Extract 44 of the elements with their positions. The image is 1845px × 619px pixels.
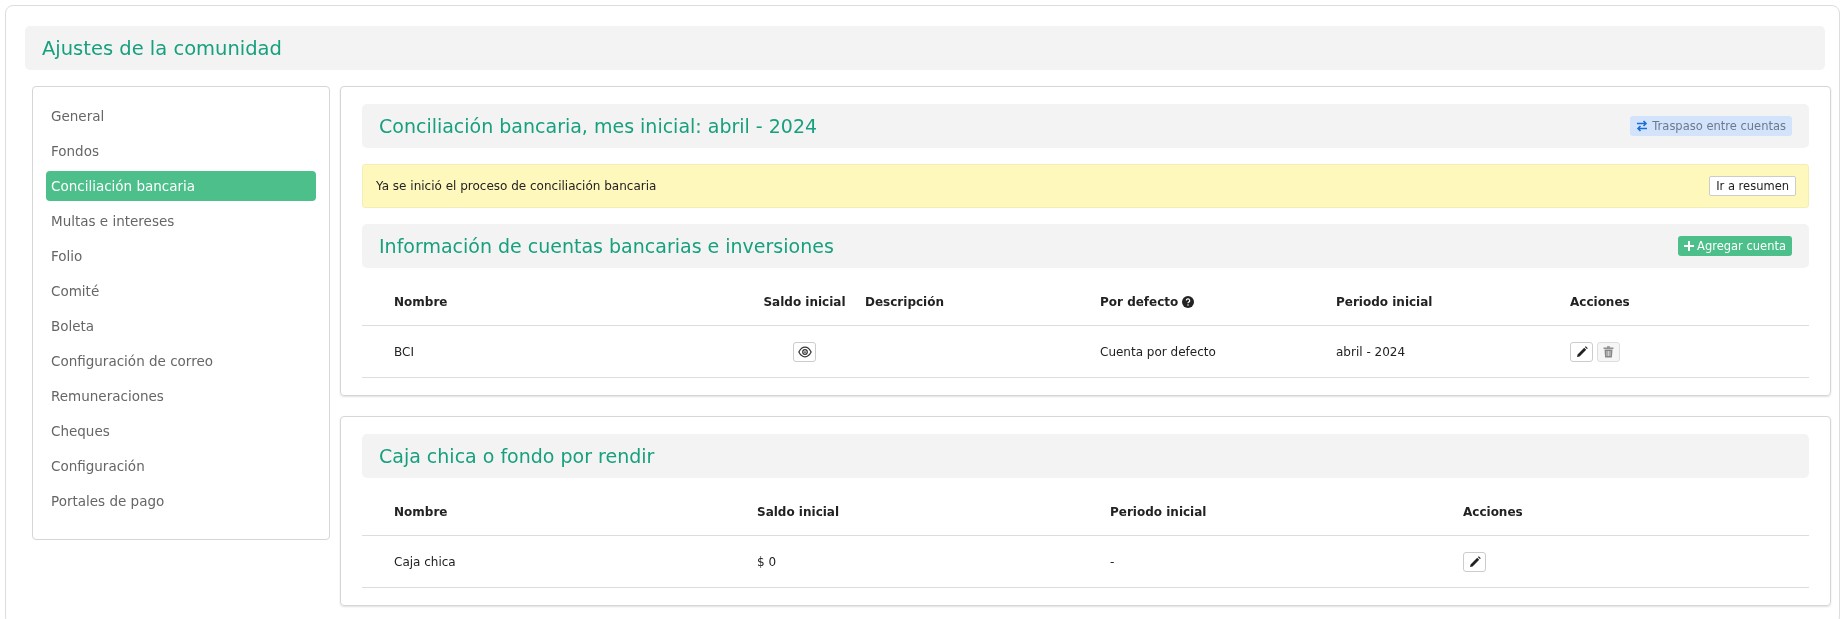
- table-cell: -: [1110, 554, 1115, 569]
- pencil-icon: [1575, 345, 1588, 358]
- sidebar-item[interactable]: Folio: [46, 241, 316, 271]
- eye-icon: [797, 344, 812, 359]
- column-header: Acciones: [1463, 504, 1523, 519]
- column-header: Nombre: [394, 504, 448, 519]
- sidebar-item[interactable]: Configuración: [46, 451, 316, 481]
- alert-message: Ya se inició el proceso de conciliación bancaria: [376, 179, 657, 193]
- sidebar-item[interactable]: General: [46, 101, 316, 131]
- section-title: Información de cuentas bancarias e inversiones: [379, 235, 834, 257]
- sidebar-item[interactable]: Portales de pago: [46, 486, 316, 516]
- edit-button[interactable]: [1570, 341, 1593, 362]
- trash-icon: [1603, 345, 1614, 358]
- column-header: Saldo inicial: [757, 504, 840, 519]
- column-header: Periodo inicial: [1336, 294, 1433, 309]
- table-cell: abril - 2024: [1336, 344, 1406, 359]
- help-icon[interactable]: [1182, 295, 1195, 308]
- column-header: Por defecto: [1100, 294, 1179, 309]
- transfer-button[interactable]: Traspaso entre cuentas: [1630, 116, 1792, 136]
- plus-icon: [1684, 241, 1694, 251]
- sidebar-item[interactable]: Cheques: [46, 416, 316, 446]
- sidebar-item[interactable]: Multas e intereses: [46, 206, 316, 236]
- column-header: Periodo inicial: [1110, 504, 1207, 519]
- sidebar-item[interactable]: Configuración de correo: [46, 346, 316, 376]
- swap-arrows-icon: [1636, 120, 1649, 132]
- table-cell: Caja chica: [394, 554, 456, 569]
- sidebar-item[interactable]: Remuneraciones: [46, 381, 316, 411]
- summary-button[interactable]: Ir a resumen: [1709, 176, 1796, 196]
- column-header: Descripción: [865, 294, 944, 309]
- section-title: Conciliación bancaria, mes inicial: abril - 2024: [379, 115, 818, 137]
- pencil-icon: [1468, 555, 1481, 568]
- table-cell: Cuenta por defecto: [1100, 344, 1216, 359]
- table-cell: BCI: [394, 344, 414, 359]
- sidebar-item[interactable]: Comité: [46, 276, 316, 306]
- edit-button[interactable]: [1463, 551, 1486, 572]
- column-header: Saldo inicial: [763, 294, 846, 309]
- column-header: Nombre: [394, 294, 448, 309]
- sidebar-item[interactable]: Boleta: [46, 311, 316, 341]
- view-button[interactable]: [793, 341, 816, 362]
- page-title: Ajustes de la comunidad: [42, 36, 282, 60]
- table-cell: $ 0: [757, 554, 777, 569]
- sidebar-item[interactable]: Fondos: [46, 136, 316, 166]
- column-header: Acciones: [1570, 294, 1630, 309]
- section-title: Caja chica o fondo por rendir: [379, 445, 655, 467]
